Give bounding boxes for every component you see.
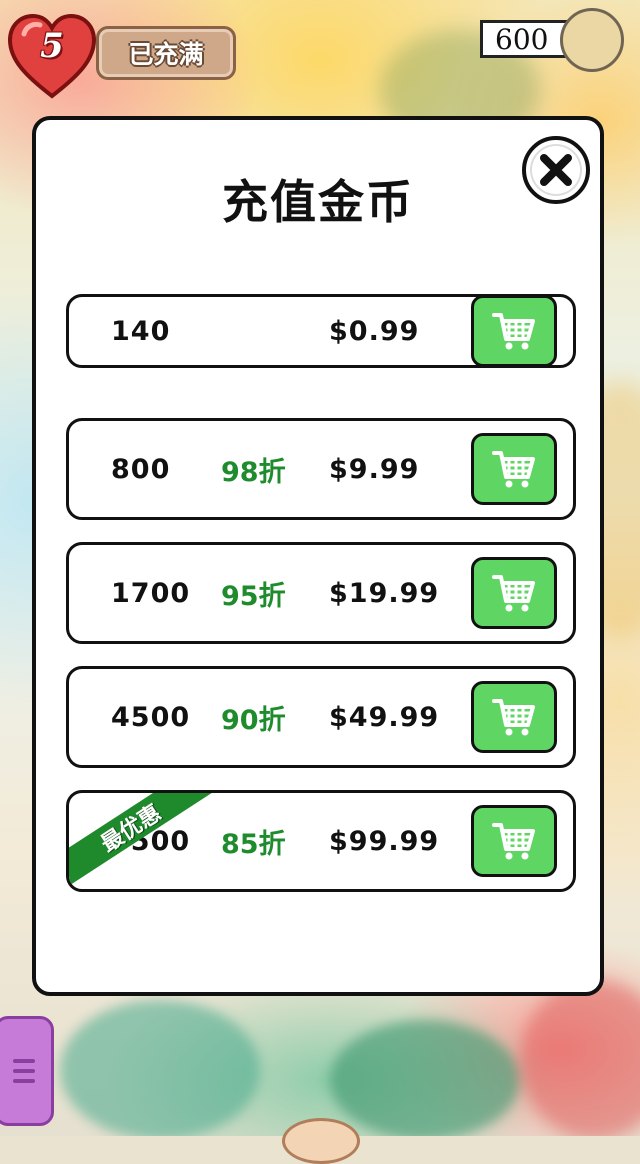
package-amount: 800 [111, 453, 171, 485]
menu-icon-line [13, 1059, 35, 1063]
package-price: $99.99 [329, 825, 440, 857]
close-icon [540, 154, 572, 186]
bottom-center-button[interactable] [282, 1118, 360, 1164]
package-amount: 4500 [111, 701, 191, 733]
package-discount: 98折 [221, 456, 286, 488]
package-price: $19.99 [329, 577, 440, 609]
package-discount: 85折 [221, 828, 286, 860]
dialog-title: 充值金币 [222, 175, 414, 229]
package-price: $9.99 [329, 453, 420, 485]
buy-button[interactable] [471, 297, 557, 365]
package-row-9500: 9500 85折 $99.99 最优惠 [66, 790, 576, 892]
buy-button[interactable] [471, 557, 557, 629]
package-price: $0.99 [329, 315, 420, 347]
package-price: $49.99 [329, 701, 440, 733]
coin-icon[interactable] [560, 8, 624, 72]
package-discount [221, 297, 321, 365]
package-row-140: 140 $0.99 [66, 294, 576, 368]
lives-count: 5 [40, 26, 64, 66]
package-row-1700: 1700 95折 $19.99 [66, 542, 576, 644]
shopping-cart-icon [492, 451, 535, 488]
menu-icon-line [13, 1079, 35, 1083]
shopping-cart-icon [492, 313, 535, 350]
package-amount: 1700 [111, 577, 191, 609]
package-discount: 90折 [221, 704, 286, 736]
package-discount: 95折 [221, 580, 286, 612]
buy-button[interactable] [471, 433, 557, 505]
buy-button[interactable] [471, 681, 557, 753]
lives-status-badge: 已充满 [96, 26, 236, 80]
package-amount: 140 [111, 315, 171, 347]
package-row-800: 800 98折 $9.99 [66, 418, 576, 520]
close-button[interactable] [522, 136, 590, 204]
shopping-cart-icon [492, 823, 535, 860]
menu-icon-line [13, 1069, 35, 1073]
side-menu-tab[interactable] [0, 1016, 54, 1126]
package-row-4500: 4500 90折 $49.99 [66, 666, 576, 768]
shopping-cart-icon [492, 575, 535, 612]
shopping-cart-icon [492, 699, 535, 736]
buy-button[interactable] [471, 805, 557, 877]
recharge-dialog: 充值金币 140 $0.99 800 98折 $9.99 1700 95折 $1… [32, 116, 604, 996]
lives-heart[interactable]: 5 [6, 12, 98, 104]
